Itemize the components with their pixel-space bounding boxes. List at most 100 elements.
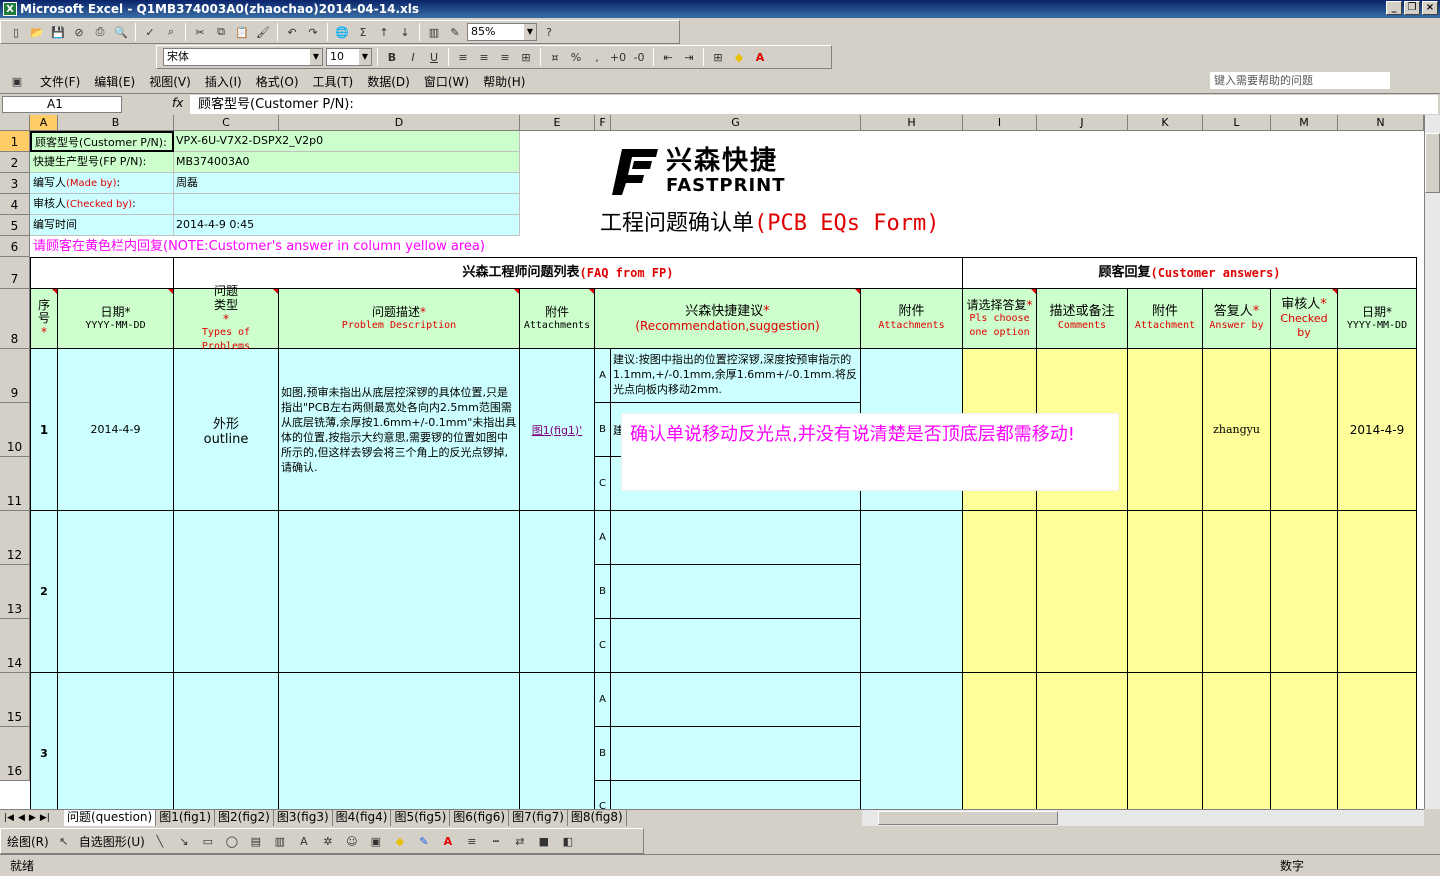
row-header[interactable]: 12 bbox=[0, 511, 30, 565]
issue-no[interactable]: 2 bbox=[30, 511, 58, 673]
row-header[interactable]: 2 bbox=[0, 152, 30, 173]
vertical-scrollbar[interactable] bbox=[1424, 115, 1440, 809]
column-header[interactable]: A bbox=[30, 115, 58, 131]
answer-comments[interactable] bbox=[1037, 511, 1128, 673]
menu-tools[interactable]: 工具(T) bbox=[313, 73, 354, 90]
print-icon[interactable]: ⎙ bbox=[91, 23, 109, 41]
clipart-icon[interactable]: ☺ bbox=[343, 832, 361, 850]
next-tab-icon[interactable]: ▶ bbox=[29, 813, 36, 823]
select-objects-icon[interactable]: ↖ bbox=[55, 832, 73, 850]
header-attachments[interactable]: 附件 Attachments bbox=[520, 289, 595, 349]
section-fp-header[interactable]: 兴森工程师问题列表 (FAQ from FP) bbox=[174, 257, 963, 289]
header-comments[interactable]: 描述或备注 Comments bbox=[1037, 289, 1128, 349]
autosum-icon[interactable]: Σ bbox=[354, 23, 372, 41]
hyperlink-icon[interactable]: 🌐 bbox=[333, 23, 351, 41]
option-text[interactable]: 建议:按图中指出的位置控深锣,深度按预审指示的1.1mm,+/-0.1mm,余厚… bbox=[611, 349, 861, 403]
issue-date[interactable] bbox=[58, 511, 174, 673]
sheet-tab[interactable]: 图2(fig2) bbox=[215, 810, 274, 826]
draw-menu[interactable]: 绘图(R) bbox=[7, 833, 49, 850]
decrease-indent-icon[interactable]: ⇤ bbox=[659, 48, 677, 66]
issue-no[interactable]: 1 bbox=[30, 349, 58, 511]
answer-by[interactable] bbox=[1203, 673, 1271, 809]
answer-date[interactable]: 2014-4-9 bbox=[1338, 349, 1417, 511]
underline-icon[interactable]: U bbox=[425, 48, 443, 66]
italic-icon[interactable]: I bbox=[404, 48, 422, 66]
info-value-fp-pn[interactable]: MB374003A0 bbox=[174, 152, 520, 173]
font-color-icon[interactable]: A bbox=[439, 832, 457, 850]
format-painter-icon[interactable]: 🖌 bbox=[254, 23, 272, 41]
answer-date[interactable] bbox=[1338, 673, 1417, 809]
row-header[interactable]: 7 bbox=[0, 257, 30, 289]
issue-description[interactable]: 如图,预审未指出从底层控深锣的具体位置,只是指出"PCB左右两侧最宽处各向内2.… bbox=[279, 349, 520, 511]
arrow-style-icon[interactable]: ⇄ bbox=[511, 832, 529, 850]
answer-choice[interactable] bbox=[963, 673, 1037, 809]
answer-checked-by[interactable] bbox=[1271, 511, 1338, 673]
font-size-combo[interactable]: 10 ▼ bbox=[326, 48, 372, 66]
first-tab-icon[interactable]: |◀ bbox=[4, 813, 14, 823]
column-header[interactable]: F bbox=[595, 115, 611, 131]
header-answer-by[interactable]: 答复人* Answer by bbox=[1203, 289, 1271, 349]
sheet-tab[interactable]: 图8(fig8) bbox=[568, 810, 627, 826]
font-color-icon[interactable]: A bbox=[751, 48, 769, 66]
formula-input[interactable]: 顾客型号(Customer P/N): bbox=[190, 95, 1438, 114]
issue-type[interactable] bbox=[174, 673, 279, 809]
menu-data[interactable]: 数据(D) bbox=[367, 73, 410, 90]
vertical-textbox-icon[interactable]: ▥ bbox=[271, 832, 289, 850]
menu-edit[interactable]: 编辑(E) bbox=[94, 73, 135, 90]
row-header[interactable]: 10 bbox=[0, 403, 30, 457]
column-header[interactable]: G bbox=[611, 115, 861, 131]
horizontal-scrollbar[interactable] bbox=[862, 809, 1424, 826]
oval-icon[interactable]: ◯ bbox=[223, 832, 241, 850]
excel-icon[interactable]: X bbox=[3, 2, 17, 16]
menu-insert[interactable]: 插入(I) bbox=[205, 73, 242, 90]
column-header[interactable]: B bbox=[58, 115, 174, 131]
row-header[interactable]: 11 bbox=[0, 457, 30, 511]
sort-ascending-icon[interactable]: ↑ bbox=[375, 23, 393, 41]
header-checked-by[interactable]: 审核人* Checked by bbox=[1271, 289, 1338, 349]
align-right-icon[interactable]: ≡ bbox=[496, 48, 514, 66]
issue-attachment-link[interactable]: 图1(fig1)' bbox=[520, 349, 595, 511]
permission-icon[interactable]: ⊘ bbox=[70, 23, 88, 41]
menu-format[interactable]: 格式(O) bbox=[256, 73, 299, 90]
info-label-customer-pn[interactable]: 顾客型号(Customer P/N): bbox=[30, 131, 174, 152]
header-attachment-3[interactable]: 附件 Attachment bbox=[1128, 289, 1203, 349]
info-value-made-by[interactable]: 周磊 bbox=[174, 173, 520, 194]
menu-help[interactable]: 帮助(H) bbox=[483, 73, 525, 90]
row-header[interactable]: 14 bbox=[0, 619, 30, 673]
print-preview-icon[interactable]: 🔍 bbox=[112, 23, 130, 41]
help-search-input[interactable]: 键入需要帮助的问题 bbox=[1210, 72, 1390, 89]
answer-date[interactable] bbox=[1338, 511, 1417, 673]
info-label-date[interactable]: 编写时间 bbox=[30, 215, 174, 236]
column-header[interactable]: C bbox=[174, 115, 279, 131]
info-value-date[interactable]: 2014-4-9 0:45 bbox=[174, 215, 520, 236]
column-header[interactable]: E bbox=[520, 115, 595, 131]
row-header[interactable]: 9 bbox=[0, 349, 30, 403]
chart-wizard-icon[interactable]: ▥ bbox=[425, 23, 443, 41]
answer-attachment[interactable] bbox=[1128, 349, 1203, 511]
new-icon[interactable]: ▯ bbox=[7, 23, 25, 41]
header-attachments-2[interactable]: 附件 Attachments bbox=[861, 289, 963, 349]
menu-view[interactable]: 视图(V) bbox=[149, 73, 191, 90]
decrease-decimal-icon[interactable]: -0 bbox=[630, 48, 648, 66]
paste-icon[interactable]: 📋 bbox=[233, 23, 251, 41]
issue-type[interactable] bbox=[174, 511, 279, 673]
column-header[interactable]: H bbox=[861, 115, 963, 131]
undo-icon[interactable]: ↶ bbox=[283, 23, 301, 41]
diagram-icon[interactable]: ✲ bbox=[319, 832, 337, 850]
spelling-icon[interactable]: ✓ bbox=[141, 23, 159, 41]
save-icon[interactable]: 💾 bbox=[49, 23, 67, 41]
menu-window[interactable]: 窗口(W) bbox=[424, 73, 469, 90]
textbox-icon[interactable]: ▤ bbox=[247, 832, 265, 850]
increase-decimal-icon[interactable]: +0 bbox=[609, 48, 627, 66]
help-icon[interactable]: ? bbox=[540, 23, 558, 41]
column-header[interactable]: N bbox=[1338, 115, 1424, 131]
picture-icon[interactable]: ▣ bbox=[367, 832, 385, 850]
sheet-tab[interactable]: 图1(fig1) bbox=[156, 810, 216, 826]
font-name-combo[interactable]: 宋体 ▼ bbox=[163, 48, 323, 66]
fill-color-icon[interactable]: ◆ bbox=[391, 832, 409, 850]
chevron-down-icon[interactable]: ▼ bbox=[310, 49, 322, 65]
header-problem-type[interactable]: 问题类型 * Types of Problems bbox=[174, 284, 279, 352]
row-header[interactable]: 8 bbox=[0, 289, 30, 349]
fill-color-icon[interactable]: ◆ bbox=[730, 48, 748, 66]
info-label-fp-pn[interactable]: 快捷生产型号(FP P/N): bbox=[30, 152, 174, 173]
